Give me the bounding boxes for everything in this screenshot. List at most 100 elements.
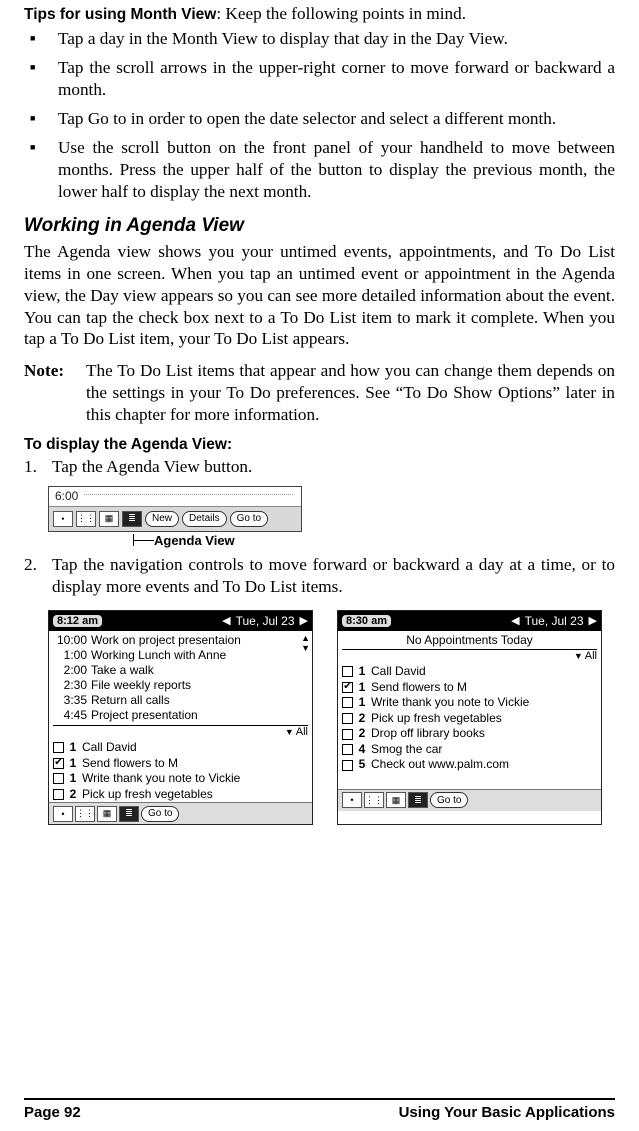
appt-text: Return all calls [91,693,308,708]
clock-display[interactable]: 8:12 am [53,615,102,627]
filter-label[interactable]: All [585,650,597,662]
no-appointments-label: No Appointments Today [342,633,597,647]
appointment-row[interactable]: 2:30File weekly reports [53,678,308,693]
todo-priority: 2 [357,711,367,727]
agenda-screenshot-left: 8:12 am ◀ Tue, Jul 23 ▶ ▲▼ 10:00Work on … [48,610,313,825]
todo-row[interactable]: ✔1Send flowers to M [342,680,597,696]
todo-text: Check out www.palm.com [371,757,597,773]
todo-checkbox[interactable] [53,789,64,800]
scroll-up-icon[interactable]: ▲ [301,633,310,643]
appt-text: Work on project presentaion [91,633,308,648]
todo-text: Pick up fresh vegetables [82,787,308,803]
date-navigator: ◀ Tue, Jul 23 ▶ [511,614,597,628]
todo-priority: 1 [357,680,367,696]
appointment-row[interactable]: 2:00Take a walk [53,663,308,678]
todo-row[interactable]: 4Smog the car [342,742,597,758]
prev-day-icon[interactable]: ◀ [222,614,230,627]
todo-checkbox[interactable] [342,729,353,740]
todo-row[interactable]: 1Write thank you note to Vickie [53,771,308,787]
appt-text: Working Lunch with Anne [91,648,308,663]
step-item: Tap the Agenda View button. [24,456,615,478]
goto-button[interactable]: Go to [141,806,179,822]
scroll-down-icon[interactable]: ▼ [301,643,310,653]
agenda-view-icon[interactable]: ≣ [119,806,139,822]
todo-text: Call David [371,664,597,680]
agenda-body: ▲▼ 10:00Work on project presentaion 1:00… [49,631,312,802]
tips-list: Tap a day in the Month View to display t… [24,28,615,203]
todo-priority: 1 [357,664,367,680]
filter-label[interactable]: All [296,726,308,738]
callout-label: Agenda View [154,533,235,548]
todo-checkbox[interactable] [342,760,353,771]
appointment-row[interactable]: 1:00Working Lunch with Anne [53,648,308,663]
todo-row[interactable]: 1Write thank you note to Vickie [342,695,597,711]
month-view-icon[interactable]: ▦ [97,806,117,822]
todo-checkbox[interactable]: ✔ [53,758,64,769]
appointment-row[interactable]: 10:00Work on project presentaion [53,633,308,648]
next-day-icon[interactable]: ▶ [300,614,308,627]
week-view-icon[interactable]: ⋮⋮ [75,806,95,822]
todo-priority: 5 [357,757,367,773]
agenda-body: No Appointments Today ▼All 1Call David ✔… [338,631,601,789]
note-block: Note: The To Do List items that appear a… [24,360,615,426]
todo-row[interactable]: 1Call David [342,664,597,680]
view-toolbar: • ⋮⋮ ▦ ≣ New Details Go to [49,507,301,531]
callout-connector-h [134,540,154,541]
todo-text: Smog the car [371,742,597,758]
todo-priority: 1 [68,740,78,756]
tip-item: Tap the scroll arrows in the upper-right… [24,57,615,101]
goto-button[interactable]: Go to [230,511,268,527]
new-button[interactable]: New [145,511,179,527]
week-view-icon[interactable]: ⋮⋮ [364,792,384,808]
tips-heading: Tips for using Month View: Keep the foll… [24,4,615,24]
week-view-icon[interactable]: ⋮⋮ [76,511,96,527]
agenda-view-icon[interactable]: ≣ [122,511,142,527]
todo-row[interactable]: ✔1Send flowers to M [53,756,308,772]
goto-button[interactable]: Go to [430,792,468,808]
clock-display[interactable]: 8:30 am [342,615,391,627]
agenda-title-bar: 8:12 am ◀ Tue, Jul 23 ▶ [49,611,312,631]
day-view-icon[interactable]: • [53,511,73,527]
todo-checkbox[interactable] [53,742,64,753]
prev-day-icon[interactable]: ◀ [511,614,519,627]
scroll-arrows[interactable]: ▲▼ [301,633,310,653]
view-toolbar: • ⋮⋮ ▦ ≣ Go to [49,802,312,824]
todo-checkbox[interactable] [342,713,353,724]
tip-item: Tap a day in the Month View to display t… [24,28,615,50]
todo-row[interactable]: 1Call David [53,740,308,756]
filter-dropdown-icon[interactable]: ▼ [285,727,294,737]
appointment-row[interactable]: 4:45Project presentation [53,708,308,723]
day-view-icon[interactable]: • [342,792,362,808]
next-day-icon[interactable]: ▶ [589,614,597,627]
day-view-icon[interactable]: • [53,806,73,822]
todo-priority: 1 [68,771,78,787]
page-footer: Page 92 Using Your Basic Applications [24,1098,615,1121]
todo-text: Write thank you note to Vickie [371,695,597,711]
month-view-icon[interactable]: ▦ [99,511,119,527]
todo-row[interactable]: 2Drop off library books [342,726,597,742]
todo-priority: 1 [357,695,367,711]
details-button[interactable]: Details [182,511,227,527]
todo-priority: 2 [357,726,367,742]
todo-checkbox[interactable] [342,744,353,755]
appt-time: 2:00 [53,663,87,678]
todo-row[interactable]: 5Check out www.palm.com [342,757,597,773]
appointment-row[interactable]: 3:35Return all calls [53,693,308,708]
agenda-screenshot-right: 8:30 am ◀ Tue, Jul 23 ▶ No Appointments … [337,610,602,825]
todo-checkbox[interactable] [342,666,353,677]
todo-checkbox[interactable] [342,697,353,708]
filter-dropdown-icon[interactable]: ▼ [574,651,583,661]
month-view-icon[interactable]: ▦ [386,792,406,808]
todo-priority: 1 [68,756,78,772]
appt-time: 2:30 [53,678,87,693]
todo-row[interactable]: 2Pick up fresh vegetables [342,711,597,727]
view-toolbar: • ⋮⋮ ▦ ≣ Go to [338,789,601,811]
agenda-view-icon[interactable]: ≣ [408,792,428,808]
todo-row[interactable]: 2Pick up fresh vegetables [53,787,308,803]
todo-checkbox[interactable]: ✔ [342,682,353,693]
todo-text: Pick up fresh vegetables [371,711,597,727]
todo-checkbox[interactable] [53,773,64,784]
section-title: Using Your Basic Applications [399,1104,615,1121]
todo-priority: 4 [357,742,367,758]
agenda-paragraph: The Agenda view shows you your untimed e… [24,241,615,350]
